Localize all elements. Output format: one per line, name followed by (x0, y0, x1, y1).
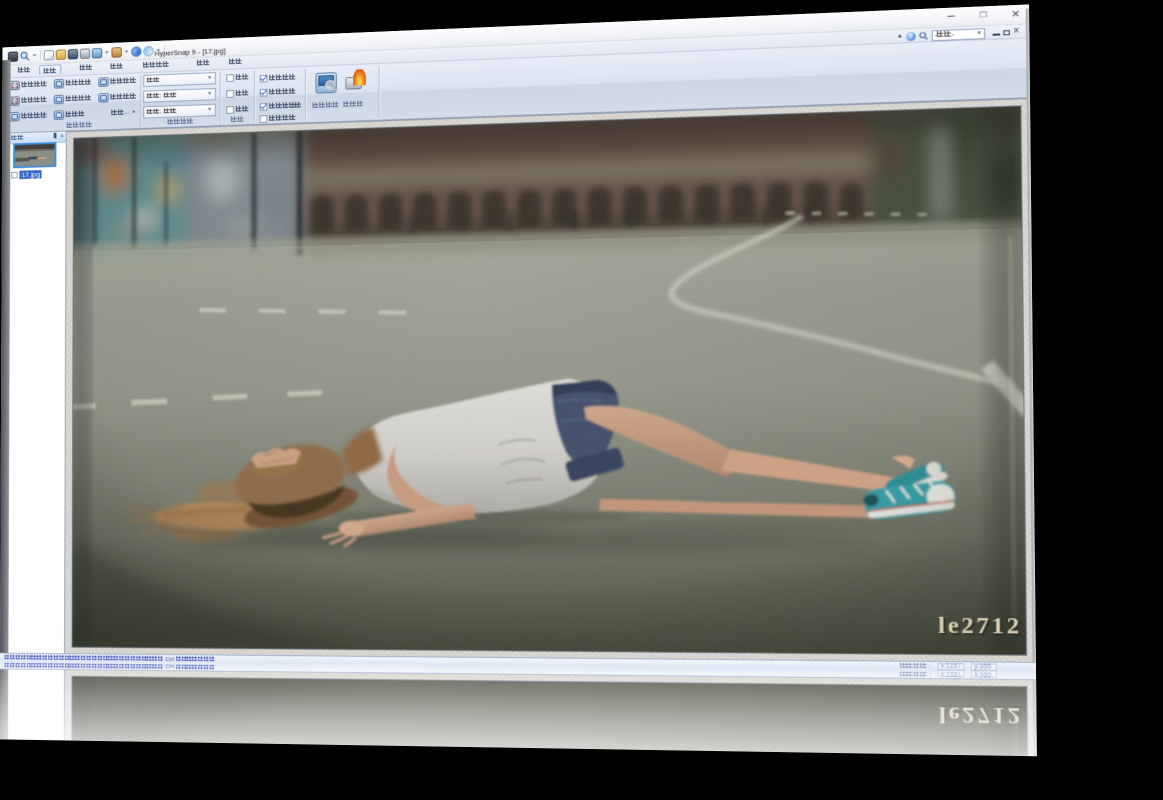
svg-text:le2712: le2712 (938, 612, 1022, 639)
